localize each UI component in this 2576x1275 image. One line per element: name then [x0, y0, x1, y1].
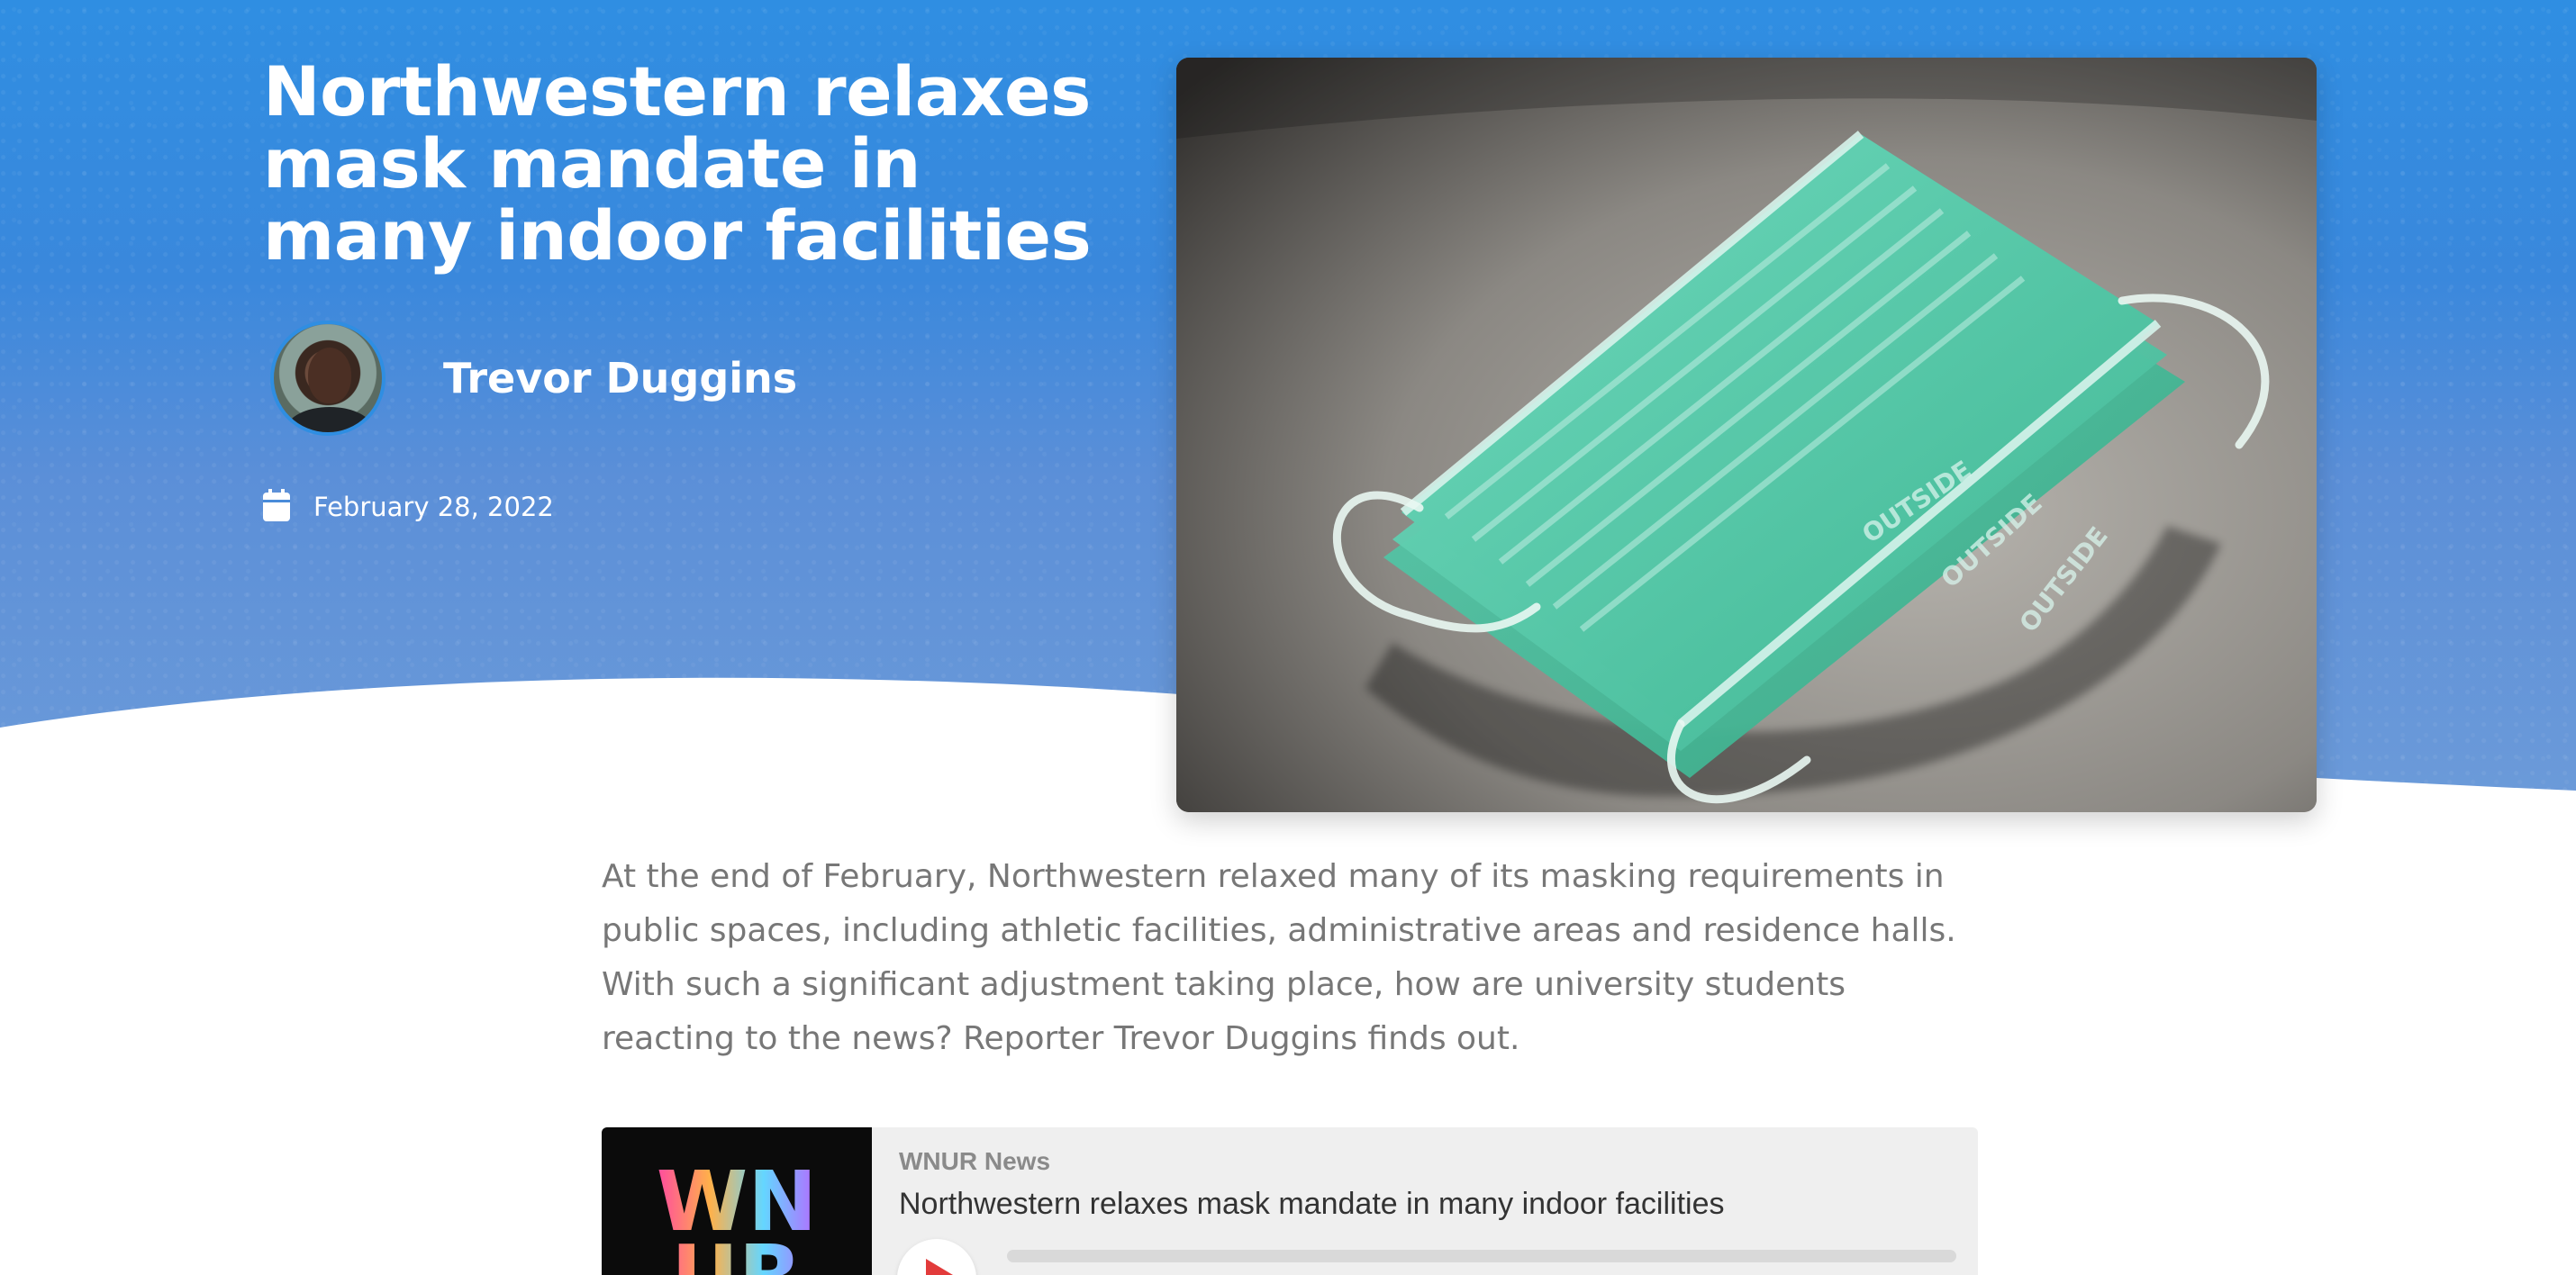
player-progress-bar[interactable]	[1007, 1250, 1956, 1262]
article-title: Northwestern relaxes mask mandate in man…	[263, 51, 1092, 276]
hero-image: OUTSIDE OUTSIDE OUTSIDE	[1176, 58, 2317, 812]
mask-photo: OUTSIDE OUTSIDE OUTSIDE	[1176, 58, 2317, 812]
calendar-icon	[263, 489, 290, 521]
publish-date: February 28, 2022	[263, 489, 554, 522]
wnur-logo-text: WN UR	[657, 1161, 817, 1275]
player-title[interactable]: Northwestern relaxes mask mandate in man…	[899, 1187, 1725, 1222]
article-body: At the end of February, Northwestern rel…	[602, 858, 1956, 1057]
author-name[interactable]: Trevor Duggins	[443, 354, 797, 402]
avatar-face	[308, 348, 351, 403]
author-byline: Trevor Duggins	[270, 319, 797, 438]
publish-date-text: February 28, 2022	[313, 492, 554, 522]
audio-player: WN UR WNUR News Northwestern relaxes mas…	[602, 1127, 1978, 1275]
play-icon[interactable]	[897, 1239, 976, 1275]
wnur-logo: WN UR	[602, 1127, 872, 1275]
author-avatar[interactable]	[270, 321, 385, 436]
player-source[interactable]: WNUR News	[899, 1147, 1050, 1176]
avatar-shirt	[286, 407, 373, 432]
